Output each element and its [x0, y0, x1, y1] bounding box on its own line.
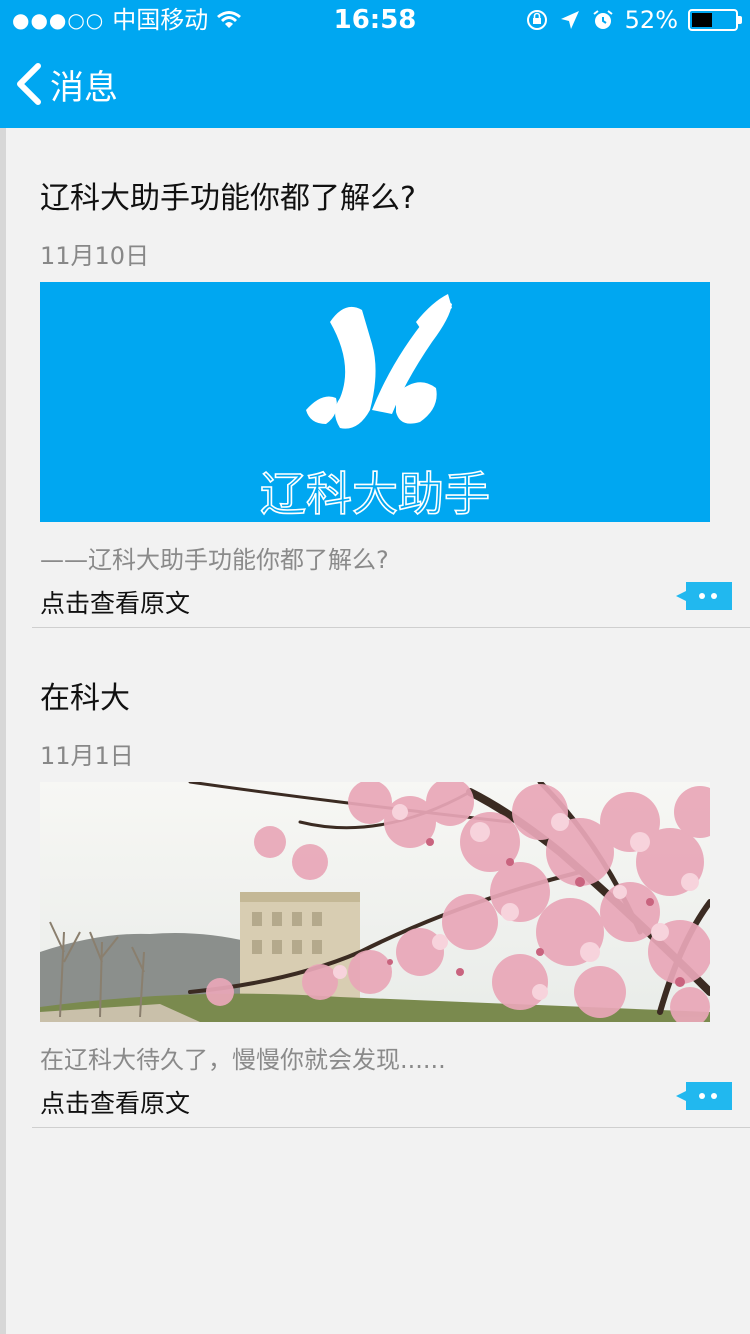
logo-wordmark: 辽科大助手	[260, 467, 490, 521]
battery-level	[692, 13, 712, 27]
article-cover-image[interactable]	[40, 782, 710, 1022]
nav-bar: 消息	[0, 40, 750, 128]
message-card: 辽科大助手功能你都了解么? 11月10日 辽科大助手 ——辽科大助手功能你都了解…	[32, 128, 750, 628]
article-summary: ——辽科大助手功能你都了解么?	[40, 546, 389, 574]
chevron-left-icon	[17, 63, 41, 105]
article-title[interactable]: 辽科大助手功能你都了解么?	[40, 173, 416, 217]
comment-icon[interactable]	[676, 1082, 732, 1110]
article-title[interactable]: 在科大	[40, 673, 130, 717]
status-right: 52%	[525, 0, 742, 40]
app-logo-banner: 辽科大助手	[40, 282, 710, 522]
back-button[interactable]: 消息	[14, 40, 118, 128]
app-header: ●●●○○ 中国移动 16:58 52% 消息	[0, 0, 750, 128]
comment-icon[interactable]	[676, 582, 732, 610]
battery-icon	[688, 9, 742, 31]
battery-percent: 52%	[624, 6, 678, 34]
rotation-lock-icon	[526, 10, 547, 30]
article-cover-image[interactable]: 辽科大助手	[40, 282, 710, 522]
view-original-link[interactable]: 点击查看原文	[40, 1084, 190, 1120]
article-date: 11月10日	[40, 242, 150, 270]
article-summary: 在辽科大待久了，慢慢你就会发现......	[40, 1046, 446, 1074]
message-card: 在科大 11月1日 在辽科大待久了，慢慢你就会发现...... 点击查看原文	[32, 628, 750, 1128]
left-edge-divider	[0, 128, 6, 1334]
view-original-link[interactable]: 点击查看原文	[40, 584, 190, 620]
article-date: 11月1日	[40, 742, 134, 770]
status-bar: ●●●○○ 中国移动 16:58 52%	[0, 0, 750, 40]
page-title: 消息	[50, 67, 118, 108]
location-arrow-icon	[560, 11, 579, 29]
alarm-icon	[593, 10, 613, 29]
cherry-blossom-photo	[40, 782, 710, 1022]
